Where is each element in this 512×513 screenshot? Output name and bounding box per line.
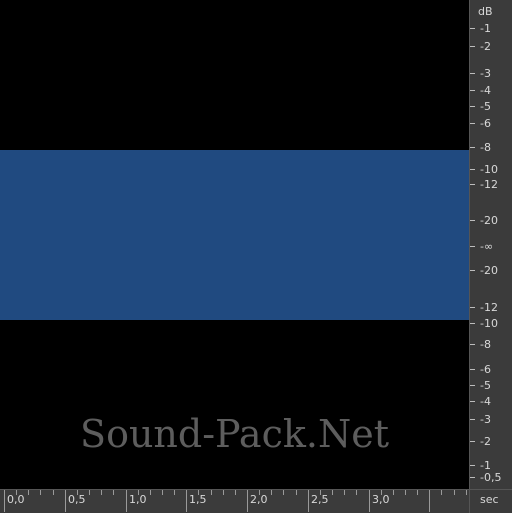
time-major-tick: [4, 490, 5, 512]
time-minor-tick: [28, 490, 29, 495]
db-tick: [470, 385, 475, 386]
db-unit-label: dB: [478, 5, 493, 18]
db-scale-label: -3: [480, 413, 491, 426]
db-scale-label: -2: [480, 40, 491, 53]
waveform-editor: Sound-Pack.Net dB -1 -2 -3 -4 -5 -6 -8 -10 -12 -2…: [0, 0, 512, 513]
time-minor-tick: [466, 490, 467, 495]
time-unit-label: sec: [480, 493, 499, 506]
ruler-corner: sec: [469, 489, 512, 513]
time-label: 1,5: [189, 493, 207, 506]
db-tick: [470, 441, 475, 442]
time-label: 0,0: [7, 493, 25, 506]
time-label: 2,0: [250, 493, 268, 506]
db-scale-label: -10: [480, 163, 498, 176]
db-tick: [470, 307, 475, 308]
db-tick: [470, 147, 475, 148]
db-tick: [470, 220, 475, 221]
time-minor-tick: [405, 490, 406, 495]
db-scale-label: -6: [480, 363, 491, 376]
db-scale-label: -8: [480, 141, 491, 154]
db-tick: [470, 123, 475, 124]
time-minor-tick: [89, 490, 90, 495]
time-major-tick: [308, 490, 309, 512]
db-scale-label: -20: [480, 214, 498, 227]
db-scale-label: -10: [480, 317, 498, 330]
db-scale-label: -20: [480, 264, 498, 277]
time-minor-tick: [296, 490, 297, 495]
db-scale-label: -4: [480, 395, 491, 408]
time-ruler[interactable]: 0,0 0,5 1,0 1,5 2,0 2,5 3,0: [0, 489, 469, 513]
time-major-tick: [369, 490, 370, 512]
time-minor-tick: [356, 490, 357, 495]
db-tick: [470, 28, 475, 29]
db-tick: [470, 419, 475, 420]
time-minor-tick: [211, 490, 212, 495]
db-scale-ruler: dB -1 -2 -3 -4 -5 -6 -8 -10 -12 -20 -∞ -20 -12 -10 -8 -…: [469, 0, 512, 489]
time-major-tick: [126, 490, 127, 512]
waveform-display[interactable]: Sound-Pack.Net: [0, 0, 469, 489]
db-scale-label: -1: [480, 22, 491, 35]
db-tick: [470, 369, 475, 370]
time-minor-tick: [150, 490, 151, 495]
db-scale-label: -5: [480, 100, 491, 113]
time-minor-tick: [162, 490, 163, 495]
db-scale-label: -0,5: [480, 471, 502, 484]
time-label: 0,5: [68, 493, 86, 506]
db-tick: [470, 477, 475, 478]
db-tick: [470, 401, 475, 402]
time-minor-tick: [235, 490, 236, 495]
time-minor-tick: [53, 490, 54, 495]
db-scale-label: -2: [480, 435, 491, 448]
db-tick: [470, 323, 475, 324]
db-tick: [470, 465, 475, 466]
time-minor-tick: [441, 490, 442, 495]
time-minor-tick: [113, 490, 114, 495]
time-label: 2,5: [311, 493, 329, 506]
time-minor-tick: [283, 490, 284, 495]
db-scale-label: -3: [480, 67, 491, 80]
time-minor-tick: [417, 490, 418, 495]
time-major-tick: [429, 490, 430, 512]
db-tick: [470, 169, 475, 170]
time-minor-tick: [223, 490, 224, 495]
time-minor-tick: [332, 490, 333, 495]
db-tick: [470, 106, 475, 107]
time-label: 1,0: [129, 493, 147, 506]
db-tick: [470, 246, 475, 247]
time-minor-tick: [271, 490, 272, 495]
db-scale-label: -12: [480, 301, 498, 314]
db-tick: [470, 46, 475, 47]
db-scale-label: -5: [480, 379, 491, 392]
time-minor-tick: [40, 490, 41, 495]
time-major-tick: [247, 490, 248, 512]
db-tick: [470, 73, 475, 74]
time-minor-tick: [344, 490, 345, 495]
db-scale-label: -1: [480, 459, 491, 472]
time-minor-tick: [454, 490, 455, 495]
db-scale-label: -4: [480, 84, 491, 97]
time-minor-tick: [174, 490, 175, 495]
time-minor-tick: [101, 490, 102, 495]
waveform-svg: [0, 29, 469, 461]
db-tick: [470, 270, 475, 271]
db-scale-label: -6: [480, 117, 491, 130]
time-minor-tick: [393, 490, 394, 495]
db-scale-label: -∞: [480, 240, 494, 253]
time-major-tick: [65, 490, 66, 512]
time-label: 3,0: [372, 493, 390, 506]
db-tick: [470, 90, 475, 91]
db-tick: [470, 344, 475, 345]
db-scale-label: -8: [480, 338, 491, 351]
db-tick: [470, 184, 475, 185]
time-major-tick: [186, 490, 187, 512]
db-scale-label: -12: [480, 178, 498, 191]
